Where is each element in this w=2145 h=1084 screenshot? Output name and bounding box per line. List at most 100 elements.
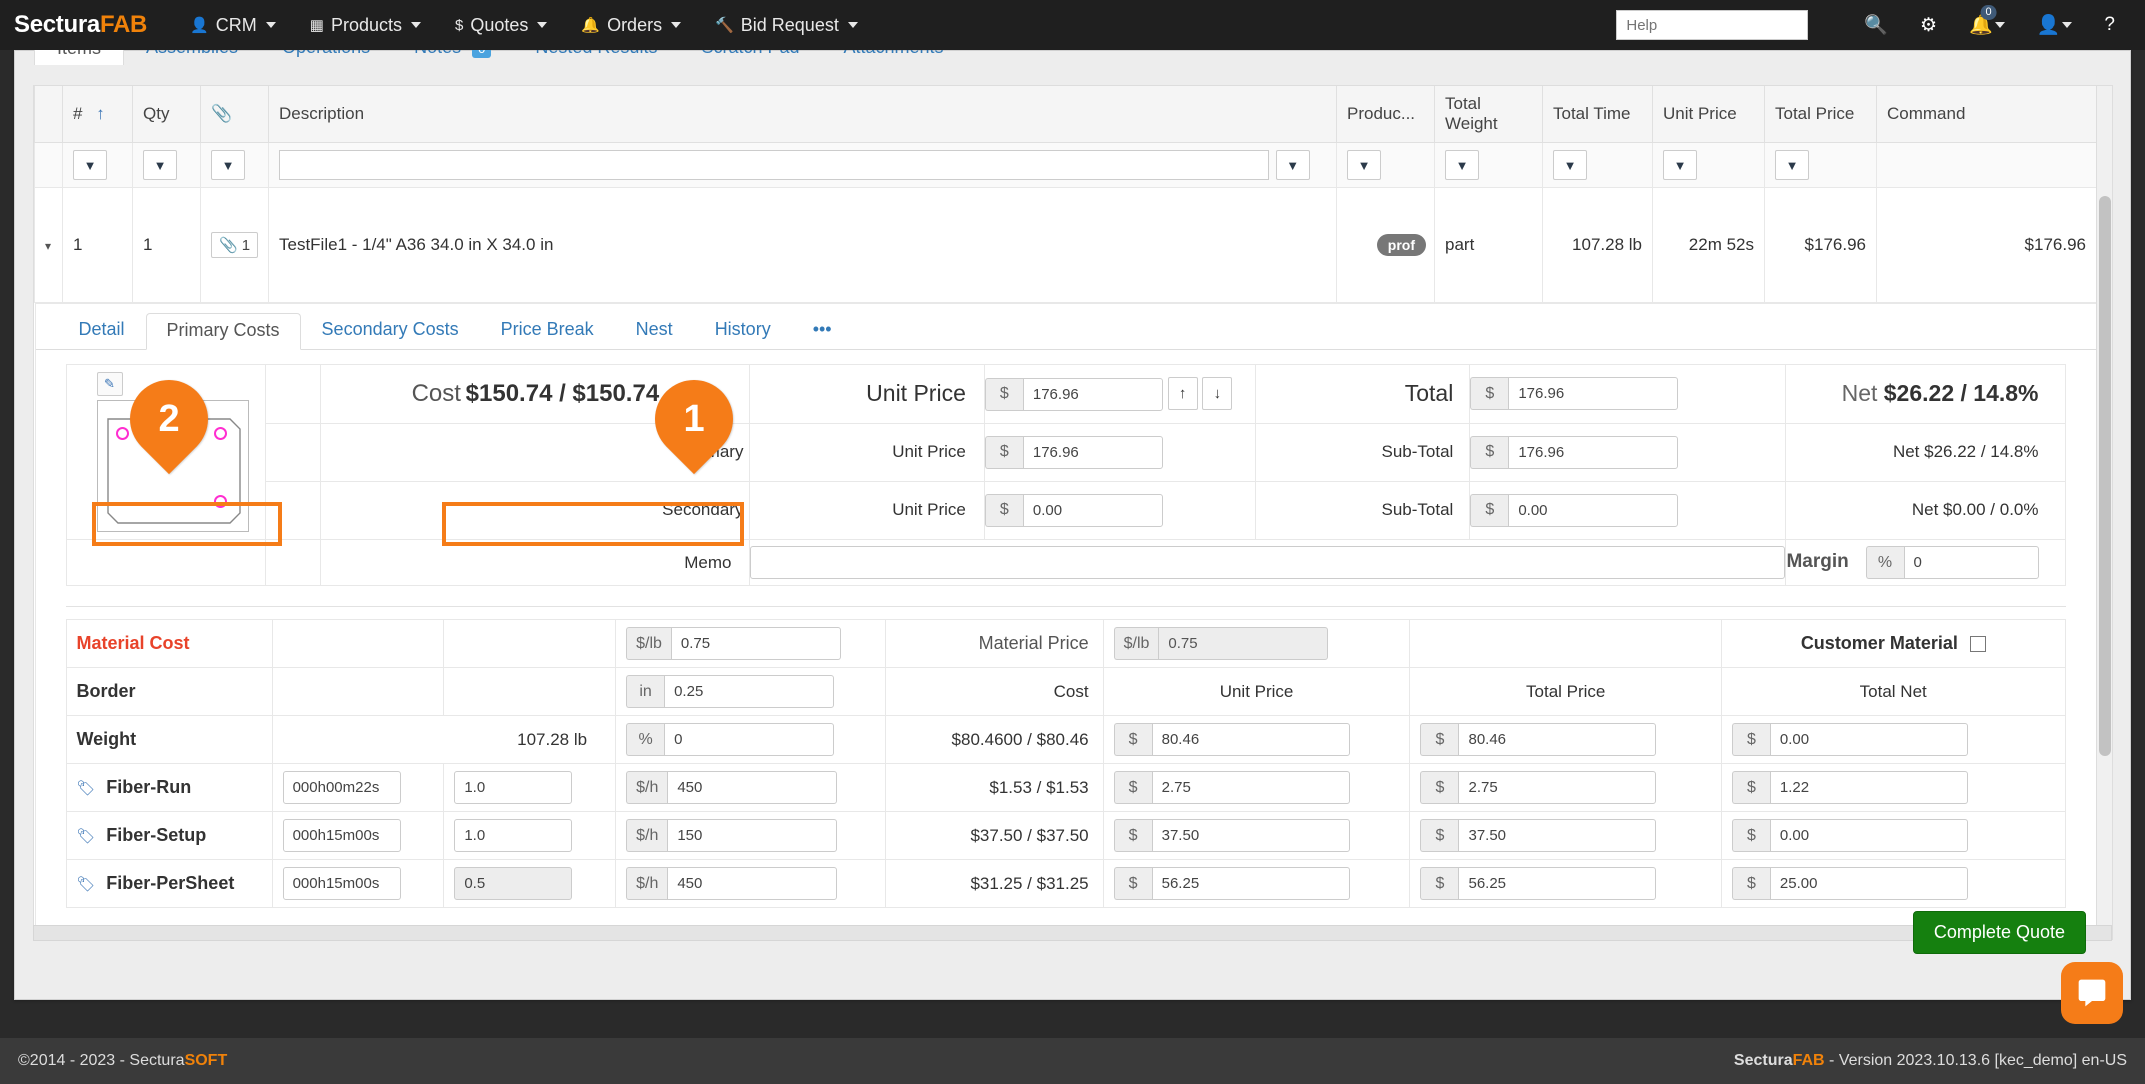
col-description[interactable]: Description <box>269 86 1337 143</box>
weight-value: 107.28 lb <box>272 716 616 764</box>
col-total-weight[interactable]: Total Weight <box>1435 86 1543 143</box>
fiber-setup-multiplier-input[interactable] <box>454 819 572 852</box>
tab-secondary-costs[interactable]: Secondary Costs <box>301 312 480 349</box>
col-unit-price[interactable]: Unit Price <box>1653 86 1765 143</box>
unit-price-up-button[interactable]: ↑ <box>1168 377 1198 410</box>
clip-icon: 📎 <box>211 104 232 123</box>
attachment-button[interactable]: 📎 1 <box>211 232 258 258</box>
border-input[interactable] <box>664 675 834 708</box>
nav-item-crm[interactable]: 👤 CRM <box>173 0 293 50</box>
fiber-run-total-net-cell: $ <box>1721 764 2065 812</box>
fiber-run-total-net-input[interactable] <box>1770 771 1968 804</box>
fiber-run-time-input[interactable] <box>283 771 401 804</box>
help-button[interactable]: ? <box>2088 0 2131 50</box>
row-expander-cell[interactable]: ▾ <box>35 188 63 303</box>
margin-input[interactable] <box>1904 546 2039 579</box>
fiber-run-total-price-input[interactable] <box>1458 771 1656 804</box>
dollar-addon: $ <box>1732 819 1770 852</box>
filter-button-total-price[interactable]: ▼ <box>1775 150 1809 180</box>
material-rate-input[interactable] <box>671 627 841 660</box>
fiber-setup-unit-price-input[interactable] <box>1152 819 1350 852</box>
dollar-addon: $ <box>1420 723 1458 756</box>
dollar-addon: $ <box>1114 723 1152 756</box>
row-attachment-cell[interactable]: 📎 1 <box>201 188 269 303</box>
col-total-price[interactable]: Total Price <box>1765 86 1877 143</box>
primary-subtotal-input[interactable] <box>1508 436 1678 469</box>
thumbnail-edit-button[interactable]: ✎ <box>97 372 123 396</box>
items-table-body: ▾ 1 1 📎 1 TestFile1 - 1/4" A36 34.0 in X… <box>35 188 2097 940</box>
filter-input-description[interactable] <box>279 150 1269 180</box>
tab-nest[interactable]: Nest <box>615 312 694 349</box>
filter-button-qty[interactable]: ▼ <box>143 150 177 180</box>
fiber-persheet-total-net-input[interactable] <box>1770 867 1968 900</box>
tab-primary-costs[interactable]: Primary Costs <box>146 313 301 350</box>
tab-more-menu[interactable]: ••• <box>792 312 853 349</box>
col-number[interactable]: # ↑ <box>63 86 133 143</box>
table-row[interactable]: ▾ 1 1 📎 1 TestFile1 - 1/4" A36 34.0 in X… <box>35 188 2097 303</box>
unit-price-input[interactable] <box>1023 378 1163 411</box>
grid-scroll-thumb[interactable] <box>2099 196 2111 756</box>
callout-2-number: 2 <box>158 398 179 441</box>
detail-tabs: Detail Primary Costs Secondary Costs Pri… <box>36 312 2096 350</box>
brand-logo[interactable]: SecturaFAB <box>14 11 147 39</box>
nav-item-orders[interactable]: 🔔 Orders <box>564 0 698 50</box>
memo-input[interactable] <box>750 546 1785 579</box>
fiber-run-mult-cell <box>444 764 616 812</box>
filter-cell-number: ▼ <box>63 143 133 188</box>
filter-button-number[interactable]: ▼ <box>73 150 107 180</box>
customer-material-label: Customer Material <box>1801 633 1958 653</box>
total-input[interactable] <box>1508 377 1678 410</box>
fiber-run-total-price-cell: $ <box>1410 764 1721 812</box>
search-button[interactable]: 🔍 <box>1848 0 1904 50</box>
fiber-run-unit-price-input[interactable] <box>1152 771 1350 804</box>
material-total-price-cell: $ <box>1410 716 1721 764</box>
settings-button[interactable]: ⚙ <box>1904 0 1953 50</box>
secondary-subtotal-input[interactable] <box>1508 494 1678 527</box>
complete-quote-button[interactable]: Complete Quote <box>1913 911 2086 954</box>
secondary-unit-price-input[interactable] <box>1023 494 1163 527</box>
material-rate-input-group: $/lb <box>626 627 841 660</box>
tab-history[interactable]: History <box>694 312 792 349</box>
nav-item-bid-request[interactable]: 🔨 Bid Request <box>698 0 875 50</box>
user-menu-button[interactable]: 👤 <box>2021 0 2089 50</box>
nav-item-quotes[interactable]: $ Quotes <box>438 0 564 50</box>
filter-button-total-time[interactable]: ▼ <box>1553 150 1587 180</box>
dollar-icon: $ <box>455 17 463 34</box>
col-product[interactable]: Produc... <box>1337 86 1435 143</box>
tab-price-break[interactable]: Price Break <box>480 312 615 349</box>
tab-detail[interactable]: Detail <box>58 312 146 349</box>
col-attachment[interactable]: 📎 <box>201 86 269 143</box>
filter-button-product[interactable]: ▼ <box>1347 150 1381 180</box>
nav-item-products[interactable]: ▦ Products <box>293 0 438 50</box>
help-search-input[interactable] <box>1616 10 1808 40</box>
fiber-setup-total-price-input[interactable] <box>1458 819 1656 852</box>
filter-button-attachment[interactable]: ▼ <box>211 150 245 180</box>
dollar-addon: $ <box>985 436 1023 469</box>
fiber-run-rate-input[interactable] <box>667 771 837 804</box>
chat-support-button[interactable] <box>2061 962 2123 1024</box>
fiber-run-multiplier-input[interactable] <box>454 771 572 804</box>
col-qty[interactable]: Qty <box>133 86 201 143</box>
notifications-button[interactable]: 0 🔔 <box>1953 0 2021 50</box>
material-pct-input[interactable] <box>664 723 834 756</box>
material-total-net-input[interactable] <box>1770 723 1968 756</box>
material-unit-price-input[interactable] <box>1152 723 1350 756</box>
material-total-price-input[interactable] <box>1458 723 1656 756</box>
fiber-persheet-time-input[interactable] <box>283 867 401 900</box>
customer-material-checkbox[interactable] <box>1970 636 1986 652</box>
page-horizontal-scrollbar[interactable] <box>33 925 2112 941</box>
fiber-setup-total-net-input[interactable] <box>1770 819 1968 852</box>
fiber-persheet-unit-price-input[interactable] <box>1152 867 1350 900</box>
grid-vertical-scrollbar[interactable] <box>2096 86 2112 939</box>
fiber-persheet-total-price-input[interactable] <box>1458 867 1656 900</box>
fiber-setup-time-input[interactable] <box>283 819 401 852</box>
filter-button-total-weight[interactable]: ▼ <box>1445 150 1479 180</box>
col-total-time[interactable]: Total Time <box>1543 86 1653 143</box>
fiber-persheet-rate-input[interactable] <box>667 867 837 900</box>
page-footer: ©2014 - 2023 - SecturaSOFT SecturaFAB - … <box>0 1038 2145 1084</box>
filter-button-unit-price[interactable]: ▼ <box>1663 150 1697 180</box>
primary-unit-price-input[interactable] <box>1023 436 1163 469</box>
filter-button-description[interactable]: ▼ <box>1276 150 1310 180</box>
unit-price-down-button[interactable]: ↓ <box>1202 377 1232 410</box>
fiber-setup-rate-input[interactable] <box>667 819 837 852</box>
